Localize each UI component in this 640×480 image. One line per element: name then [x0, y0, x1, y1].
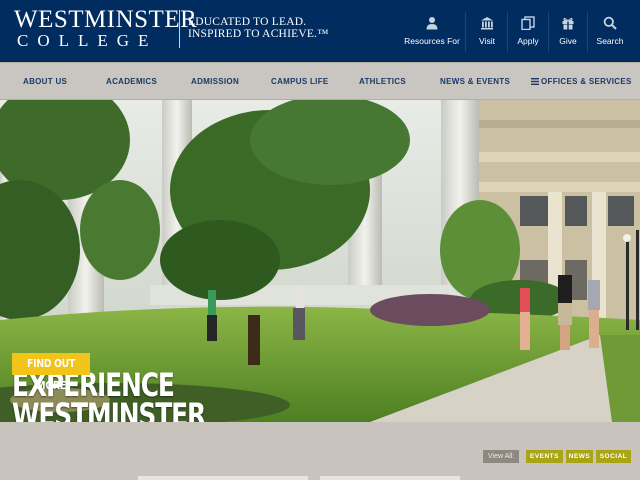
gift-icon	[562, 17, 574, 30]
news-feed-section: View All: EVENTS NEWS SOCIAL	[0, 422, 640, 480]
college-logo[interactable]: WESTMINSTER COLLEGE	[14, 7, 197, 53]
logo-wordmark-top: WESTMINSTER	[14, 6, 198, 33]
utility-search[interactable]: Search	[590, 0, 630, 62]
nav-item-academics[interactable]: ACADEMICS	[106, 77, 157, 86]
document-icon	[521, 16, 535, 30]
main-nav: ABOUT US ACADEMICS ADMISSION CAMPUS LIFE…	[0, 62, 640, 100]
nav-item-campus-life[interactable]: CAMPUS LIFE	[271, 77, 329, 86]
nav-item-admission[interactable]: ADMISSION	[191, 77, 239, 86]
filter-events-button[interactable]: EVENTS	[526, 450, 563, 463]
hero-banner: EXPERIENCE WESTMINSTER	[0, 100, 640, 422]
feed-card-top-edge	[320, 476, 460, 480]
site-header: WESTMINSTER COLLEGE EDUCATED TO LEAD. IN…	[0, 0, 640, 62]
utility-apply[interactable]: Apply	[510, 0, 546, 62]
filter-news-button[interactable]: NEWS	[566, 450, 593, 463]
person-icon	[426, 17, 438, 30]
nav-item-news-events[interactable]: NEWS & EVENTS	[440, 77, 510, 86]
nav-item-athletics[interactable]: ATHLETICS	[359, 77, 406, 86]
tagline: EDUCATED TO LEAD. INSPIRED TO ACHIEVE.™	[188, 16, 329, 40]
utility-visit[interactable]: Visit	[468, 0, 506, 62]
search-icon	[603, 16, 617, 30]
utility-label: Search	[596, 36, 624, 46]
utility-resources-for[interactable]: Resources For	[402, 0, 462, 62]
utility-separator	[587, 12, 588, 52]
nav-item-offices-services[interactable]: OFFICES & SERVICES	[531, 77, 632, 86]
utility-separator	[507, 12, 508, 52]
building-icon	[481, 17, 493, 30]
tagline-line-2: INSPIRED TO ACHIEVE.™	[188, 28, 329, 40]
hero-headline-line-2: WESTMINSTER	[12, 396, 206, 422]
nav-item-label: OFFICES & SERVICES	[541, 77, 632, 86]
find-out-more-label: FIND OUT MORE	[27, 357, 75, 392]
utility-separator	[548, 12, 549, 52]
list-icon	[531, 77, 539, 85]
utility-label: Resources For	[404, 36, 460, 46]
utility-label: Give	[559, 36, 577, 46]
find-out-more-button[interactable]: FIND OUT MORE	[12, 353, 90, 392]
filter-social-button[interactable]: SOCIAL	[596, 450, 631, 463]
logo-divider	[179, 10, 180, 48]
utility-label: Apply	[517, 36, 539, 46]
utility-label: Visit	[479, 36, 495, 46]
logo-wordmark-bottom: COLLEGE	[17, 31, 158, 50]
tagline-line-1: EDUCATED TO LEAD.	[188, 16, 307, 28]
nav-item-about-us[interactable]: ABOUT US	[23, 77, 67, 86]
utility-separator	[465, 12, 466, 52]
feed-card-top-edge	[138, 476, 308, 480]
utility-give[interactable]: Give	[550, 0, 586, 62]
view-all-label: View All:	[483, 450, 520, 463]
